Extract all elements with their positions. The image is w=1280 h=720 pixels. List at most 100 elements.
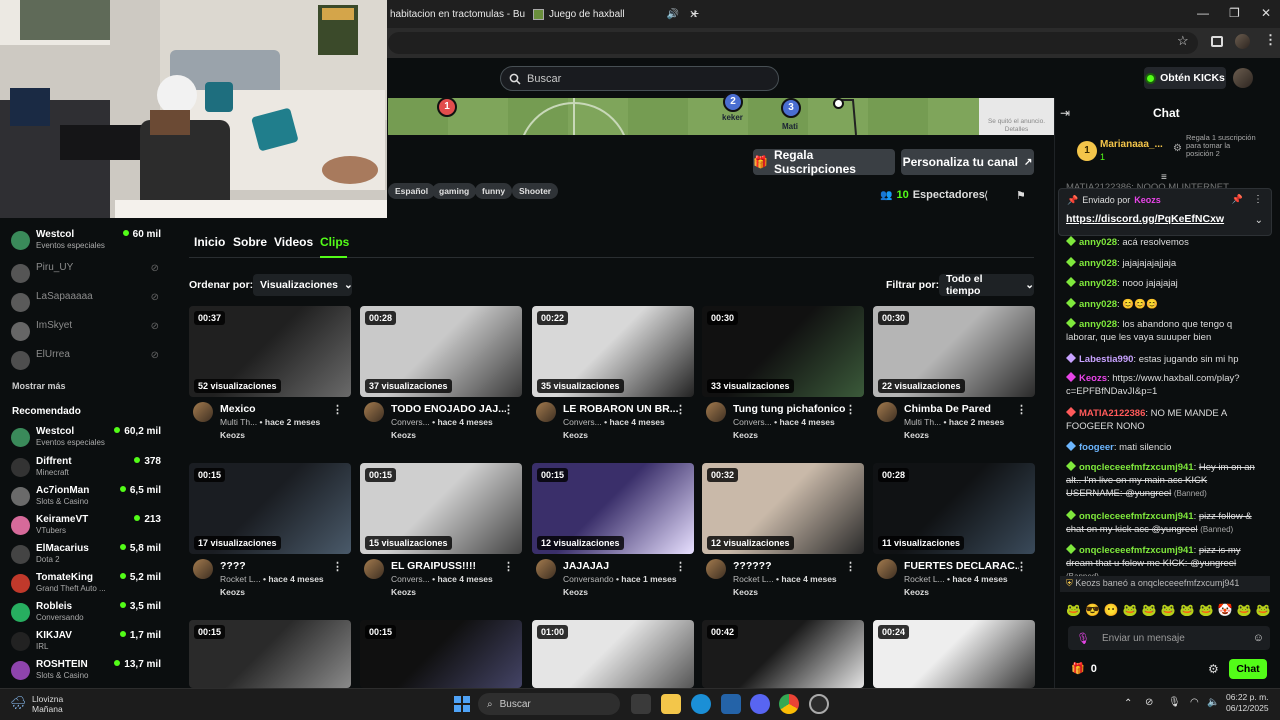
chevron-down-icon[interactable]: ⌄	[1255, 215, 1263, 226]
clip-thumbnail[interactable]: 00:15	[360, 620, 522, 688]
clip-thumbnail[interactable]: 00:15	[189, 620, 351, 688]
clip-category[interactable]: Rocket L...	[904, 574, 945, 584]
chat-username[interactable]: onqcleceeefmfzxcumj941	[1079, 462, 1194, 473]
avatar[interactable]	[877, 559, 897, 579]
emote-icon[interactable]: 🐸	[1123, 603, 1138, 619]
send-chat-button[interactable]: Chat	[1229, 659, 1267, 679]
task-view-icon[interactable]	[631, 694, 651, 714]
sidebar-rec-item[interactable]: Robleis Conversando 3,5 mil	[11, 600, 161, 626]
sidebar-item-elurrea[interactable]: ElUrrea ⊘	[11, 348, 161, 374]
show-more-link[interactable]: Mostrar más	[12, 381, 66, 391]
obs-icon[interactable]	[809, 694, 829, 714]
clip-author[interactable]: Keozs	[904, 430, 929, 440]
clip-title[interactable]: ????	[220, 560, 335, 572]
tab-clips[interactable]: Clips	[320, 235, 349, 249]
avatar[interactable]	[706, 559, 726, 579]
more-options-icon[interactable]: ⋮	[332, 403, 343, 416]
tab-sobre[interactable]: Sobre	[233, 235, 267, 249]
clip-category[interactable]: Rocket L...	[220, 574, 261, 584]
clip-thumbnail[interactable]: 00:42	[702, 620, 864, 688]
minimize-icon[interactable]: —	[1197, 6, 1209, 20]
bookmark-star-icon[interactable]: ☆	[1177, 33, 1189, 49]
emote-icon[interactable]: 🐸	[1161, 603, 1176, 619]
taskbar-search[interactable]: ⌕ Buscar	[478, 693, 620, 715]
window-close-icon[interactable]: ✕	[1261, 6, 1271, 20]
windows-start-icon[interactable]	[454, 696, 470, 712]
avatar[interactable]	[364, 402, 384, 422]
network-icon[interactable]: ⊘	[1145, 697, 1153, 708]
emote-icon[interactable]: 🐸	[1199, 603, 1214, 619]
store-icon[interactable]	[721, 694, 741, 714]
tag[interactable]: funny	[475, 183, 513, 199]
discord-icon[interactable]	[750, 694, 770, 714]
avatar[interactable]	[706, 402, 726, 422]
search-input[interactable]: Buscar	[500, 66, 779, 91]
user-avatar[interactable]	[1233, 68, 1253, 88]
clip-author[interactable]: Keozs	[391, 587, 416, 597]
clip-title[interactable]: TODO ENOJADO JAJ...	[391, 403, 506, 415]
more-options-icon[interactable]: ⋮	[675, 560, 686, 573]
clip-category[interactable]: Rocket L...	[733, 574, 774, 584]
chat-username[interactable]: onqcleceeefmfzxcumj941	[1079, 545, 1194, 556]
sidebar-rec-item[interactable]: TomateKing Grand Theft Auto ... 5,2 mil	[11, 571, 161, 597]
tray-chevron-up-icon[interactable]: ⌃	[1124, 698, 1132, 709]
emote-icon[interactable]: 🐸	[1180, 603, 1195, 619]
tab-videos[interactable]: Videos	[274, 235, 313, 249]
more-options-icon[interactable]: ⋮	[675, 403, 686, 416]
profile-avatar-icon[interactable]	[1235, 34, 1250, 49]
chat-username[interactable]: anny028	[1079, 319, 1117, 330]
gift-subs-button[interactable]: 🎁 Regala Suscripciones	[753, 148, 895, 176]
clip-thumbnail[interactable]: 00:15 12 visualizaciones	[532, 463, 694, 554]
emoji-picker-icon[interactable]: ☺	[1253, 632, 1264, 644]
sidebar-rec-item[interactable]: KeirameVT VTubers 213	[11, 513, 161, 539]
clip-thumbnail[interactable]: 00:30 22 visualizaciones	[873, 306, 1035, 397]
browser-menu-icon[interactable]: ⋮	[1264, 32, 1277, 48]
clip-category[interactable]: Convers...	[733, 417, 772, 427]
browser-tab-active[interactable]: habitacion en tractomulas - Bu ✕	[390, 2, 544, 26]
maximize-icon[interactable]: ❐	[1229, 6, 1240, 20]
more-options-icon[interactable]: ⋮	[332, 560, 343, 573]
clip-thumbnail[interactable]: 00:28 11 visualizaciones	[873, 463, 1035, 554]
clip-title[interactable]: LE ROBARON UN BR...	[563, 403, 678, 415]
avatar[interactable]	[877, 402, 897, 422]
microphone-icon[interactable]: 🎙	[1168, 697, 1181, 708]
clock[interactable]: 06:22 p. m. 06/12/2025	[1226, 692, 1269, 714]
chat-input[interactable]: 🎙 Enviar un mensaje ☺	[1068, 626, 1270, 650]
avatar[interactable]	[193, 559, 213, 579]
chat-username[interactable]: Keozs	[1079, 373, 1107, 384]
clip-category[interactable]: Convers...	[563, 417, 602, 427]
more-options-icon[interactable]: ⋮	[1016, 403, 1027, 416]
tag[interactable]: gaming	[432, 183, 477, 199]
chrome-icon[interactable]	[779, 694, 799, 714]
clip-title[interactable]: JAJAJAJ	[563, 560, 678, 572]
clip-thumbnail[interactable]: 00:28 37 visualizaciones	[360, 306, 522, 397]
collapse-chat-icon[interactable]: ⇥	[1060, 106, 1070, 120]
clip-title[interactable]: Tung tung pichafonico	[733, 403, 848, 415]
clip-title[interactable]: Mexico	[220, 403, 335, 415]
chat-username[interactable]: anny028	[1079, 237, 1117, 248]
emote-icon[interactable]: 😎	[1085, 603, 1100, 619]
edge-browser-icon[interactable]	[691, 694, 711, 714]
chat-username[interactable]: Labestia990	[1079, 354, 1133, 365]
sidebar-item-lasapa[interactable]: LaSapaaaaa ⊘	[11, 290, 161, 316]
sidebar-item-piru[interactable]: Piru_UY ⊘	[11, 261, 161, 287]
weather-icon[interactable]: 🌧	[10, 695, 27, 711]
avatar[interactable]	[536, 559, 556, 579]
clip-category[interactable]: Multi Th...	[220, 417, 257, 427]
more-options-icon[interactable]: ⋮	[503, 560, 514, 573]
browser-tab-haxball[interactable]: Juego de haxball 🔊 ✕	[533, 2, 698, 26]
media-control-icon[interactable]	[1211, 36, 1223, 47]
sidebar-rec-item[interactable]: Westcol Eventos especiales 60,2 mil	[11, 425, 161, 451]
sidebar-rec-item[interactable]: ROSHTEIN Slots & Casino 13,7 mil	[11, 658, 161, 684]
chat-username[interactable]: anny028	[1079, 278, 1117, 289]
follow-user-icon[interactable]: ⚑	[1016, 189, 1026, 202]
emote-icon[interactable]: 🐸	[1142, 603, 1157, 619]
sidebar-rec-item[interactable]: Diffrent Minecraft 378	[11, 455, 161, 481]
clip-author[interactable]: Keozs	[733, 430, 758, 440]
clip-thumbnail[interactable]: 00:15 17 visualizaciones	[189, 463, 351, 554]
sidebar-item-westcol[interactable]: Westcol Eventos especiales 60 mil	[11, 228, 161, 254]
emote-icon[interactable]: 🐸	[1256, 603, 1271, 619]
emote-icon[interactable]: 🐸	[1237, 603, 1252, 619]
chat-username[interactable]: onqcleceeefmfzxcumj941	[1079, 511, 1194, 522]
sidebar-rec-item[interactable]: KIKJAV IRL 1,7 mil	[11, 629, 161, 655]
